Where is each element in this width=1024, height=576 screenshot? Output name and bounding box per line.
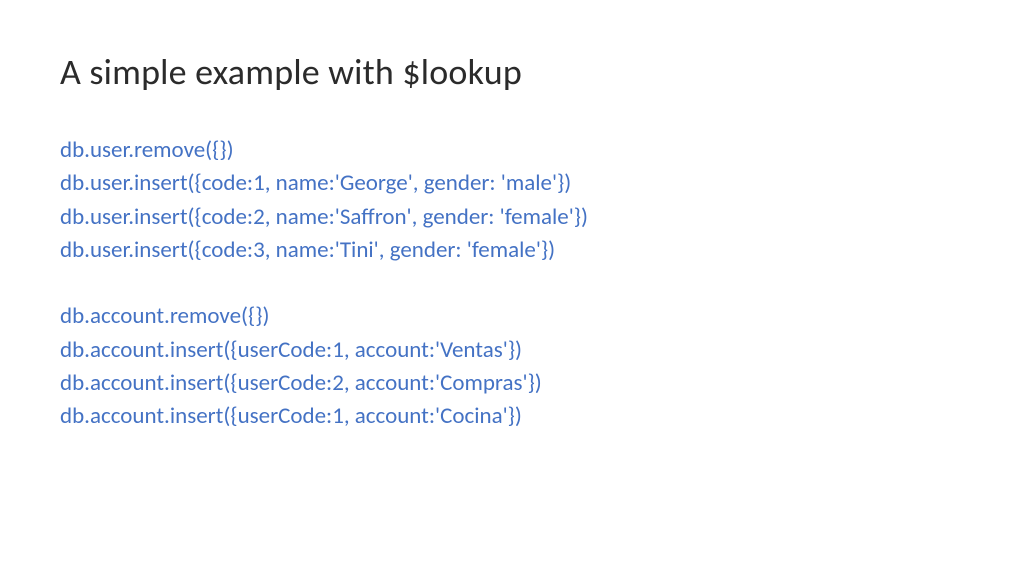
blank-line <box>60 267 964 300</box>
code-line: db.account.insert({userCode:1, account:'… <box>60 400 964 433</box>
code-line: db.user.insert({code:1, name:'George', g… <box>60 167 964 200</box>
code-content: db.user.remove({}) db.user.insert({code:… <box>60 134 964 434</box>
code-line: db.user.insert({code:2, name:'Saffron', … <box>60 201 964 234</box>
code-line: db.account.remove({}) <box>60 300 964 333</box>
code-line: db.user.insert({code:3, name:'Tini', gen… <box>60 234 964 267</box>
code-line: db.account.insert({userCode:2, account:'… <box>60 367 964 400</box>
code-line: db.account.insert({userCode:1, account:'… <box>60 334 964 367</box>
code-line: db.user.remove({}) <box>60 134 964 167</box>
slide-title: A simple example with $lookup <box>60 50 964 94</box>
